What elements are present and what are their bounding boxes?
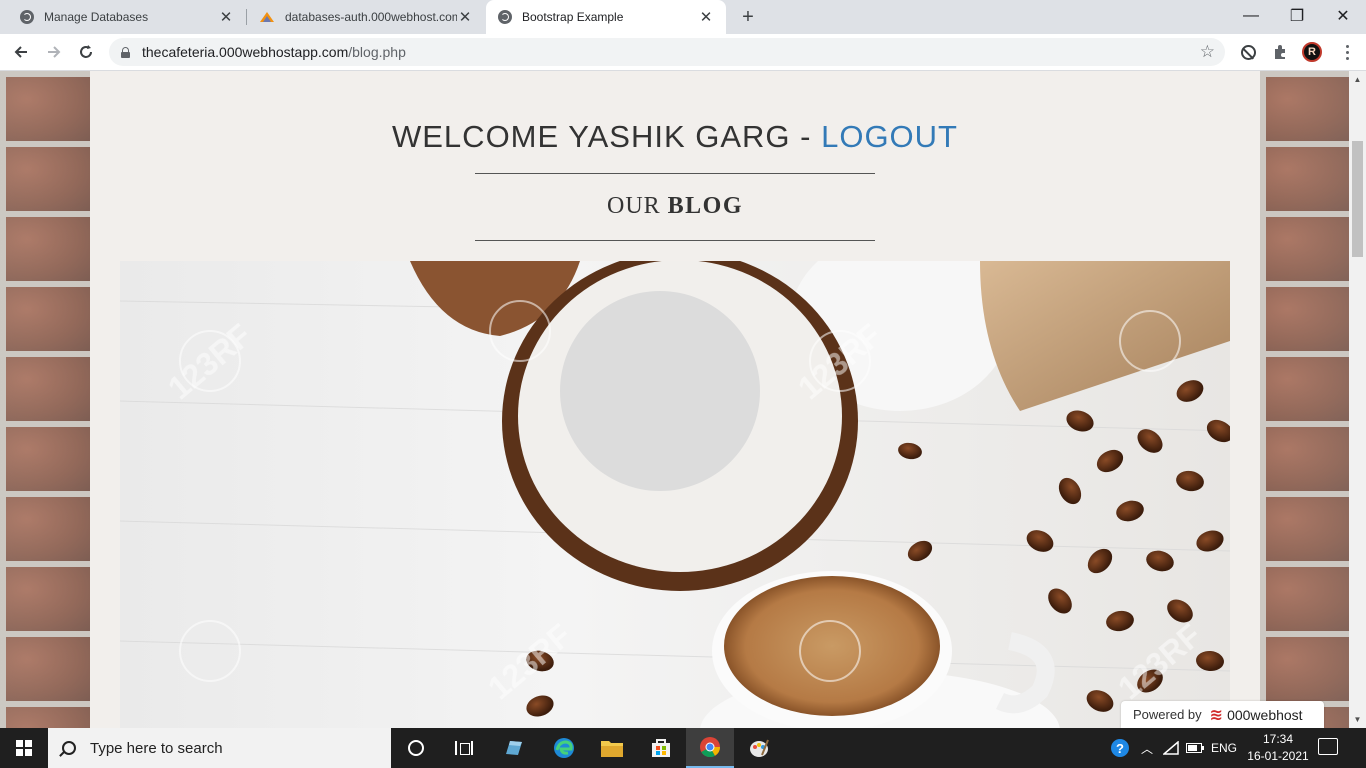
content-panel: WELCOME YASHIK GARG - LOGOUT OUR BLOG 12… [90,71,1260,728]
help-icon: ? [1111,739,1129,757]
webhost-logo-icon: ≋ [1209,706,1224,724]
scroll-thumb[interactable] [1352,141,1363,257]
avatar: R [1302,42,1322,62]
blog-heading-plain: OUR [606,193,668,219]
scroll-up-arrow[interactable]: ▲ [1349,71,1366,88]
powered-by-label: Powered by [1133,707,1202,722]
wifi-icon [1163,741,1179,755]
logout-link[interactable]: LOGOUT [821,119,958,154]
taskbar-app-1[interactable] [490,728,538,768]
chrome-icon [700,737,721,758]
menu-dot [1345,56,1349,60]
address-bar[interactable]: thecafeteria.000webhostapp.com/blog.php … [109,38,1225,66]
back-button[interactable] [7,38,35,66]
network-tray-icon[interactable] [1160,728,1182,768]
welcome-heading: WELCOME YASHIK GARG - LOGOUT [90,119,1260,155]
webhost-brand: 000webhost [1227,706,1303,723]
tab-databases-auth[interactable]: databases-auth.000webhost.com ✕ [247,0,485,34]
paint-palette-icon [750,739,769,757]
notification-center-icon[interactable] [1318,738,1338,755]
reload-button[interactable] [72,38,100,66]
tab-bootstrap-example[interactable]: Bootstrap Example ✕ [486,0,726,34]
new-tab-button[interactable]: + [736,5,760,29]
folder-icon [601,741,623,757]
tab-strip: Manage Databases ✕ databases-auth.000web… [0,0,1366,34]
edge-icon [554,738,574,758]
clock-date: 16-01-2021 [1247,749,1309,763]
block-icon [1240,44,1256,60]
show-hidden-icons-button[interactable]: ︿ [1136,728,1158,768]
tab-manage-databases[interactable]: Manage Databases ✕ [8,0,246,34]
search-placeholder: Type here to search [90,739,223,757]
browser-menu-button[interactable] [1337,42,1357,62]
system-clock[interactable]: 17:34 16-01-2021 [1242,731,1314,765]
browser-toolbar: thecafeteria.000webhostapp.com/blog.php … [0,34,1366,71]
close-window-button[interactable]: ✕ [1320,0,1366,32]
scroll-down-arrow[interactable]: ▼ [1349,711,1366,728]
blog-heading: OUR BLOG [90,193,1260,220]
coffee-coconut-photo: 123RF 123RF 123RF 123RF [120,261,1230,728]
restore-button[interactable]: ❐ [1274,0,1320,32]
arrow-left-icon [14,46,27,58]
start-button[interactable] [0,728,48,768]
menu-dot [1345,50,1349,54]
close-tab-icon[interactable]: ✕ [457,9,473,26]
minimize-button[interactable]: — [1228,0,1274,32]
divider [475,240,875,241]
vertical-scrollbar[interactable]: ▲ ▼ [1349,71,1366,728]
tab-title: Bootstrap Example [522,10,624,24]
taskbar-search[interactable]: Type here to search [48,728,391,768]
cortana-icon [408,740,424,756]
watermark-text: 123RF [481,617,578,706]
globe-icon [498,10,512,24]
close-tab-icon[interactable]: ✕ [698,9,714,26]
extensions-button[interactable] [1270,42,1290,62]
profile-button[interactable]: R [1302,42,1322,62]
windows-taskbar: Type here to search ? ︿ ENG 17:34 16-01-… [0,728,1366,768]
lock-icon [121,46,130,58]
task-view-button[interactable] [440,728,488,768]
forward-button[interactable] [40,38,68,66]
clock-time: 17:34 [1262,732,1294,746]
blueprint-app-icon [506,741,522,755]
taskbar-file-explorer[interactable] [588,728,636,768]
svg-text:?: ? [1116,741,1124,756]
windows-logo-icon [16,740,32,756]
taskbar-store[interactable] [637,728,685,768]
task-view-icon [455,741,473,755]
search-icon [62,741,76,755]
cortana-button[interactable] [392,728,440,768]
language-indicator[interactable]: ENG [1208,728,1240,768]
battery-icon [1186,743,1204,753]
close-tab-icon[interactable]: ✕ [218,9,234,26]
help-tray-icon[interactable]: ? [1106,728,1134,768]
bookmark-star-icon[interactable]: ☆ [1200,42,1215,62]
watermark-text: 123RF [1111,617,1208,706]
blog-hero-image: 123RF 123RF 123RF 123RF [120,261,1230,728]
divider [475,173,875,174]
store-bag-icon [652,739,670,757]
menu-dot [1345,44,1349,48]
block-extension-button[interactable] [1238,42,1258,62]
globe-icon [20,10,34,24]
tab-title: databases-auth.000webhost.com [285,10,457,24]
blog-heading-bold: BLOG [667,193,744,219]
taskbar-edge[interactable] [540,728,588,768]
chevron-up-icon: ︿ [1140,741,1153,756]
powered-by-badge[interactable]: Powered by ≋ 000webhost [1121,701,1324,728]
reload-icon [80,45,92,58]
welcome-text: WELCOME YASHIK GARG - [392,119,822,154]
arrow-right-icon [48,46,61,58]
battery-tray-icon[interactable] [1184,728,1206,768]
taskbar-paint[interactable] [735,728,783,768]
puzzle-icon [1275,45,1285,59]
tab-title: Manage Databases [44,10,149,24]
taskbar-chrome[interactable] [686,728,734,768]
url-text: thecafeteria.000webhostapp.com/blog.php [142,44,406,60]
page-viewport: WELCOME YASHIK GARG - LOGOUT OUR BLOG 12… [0,71,1366,728]
phpmyadmin-icon [260,12,274,22]
